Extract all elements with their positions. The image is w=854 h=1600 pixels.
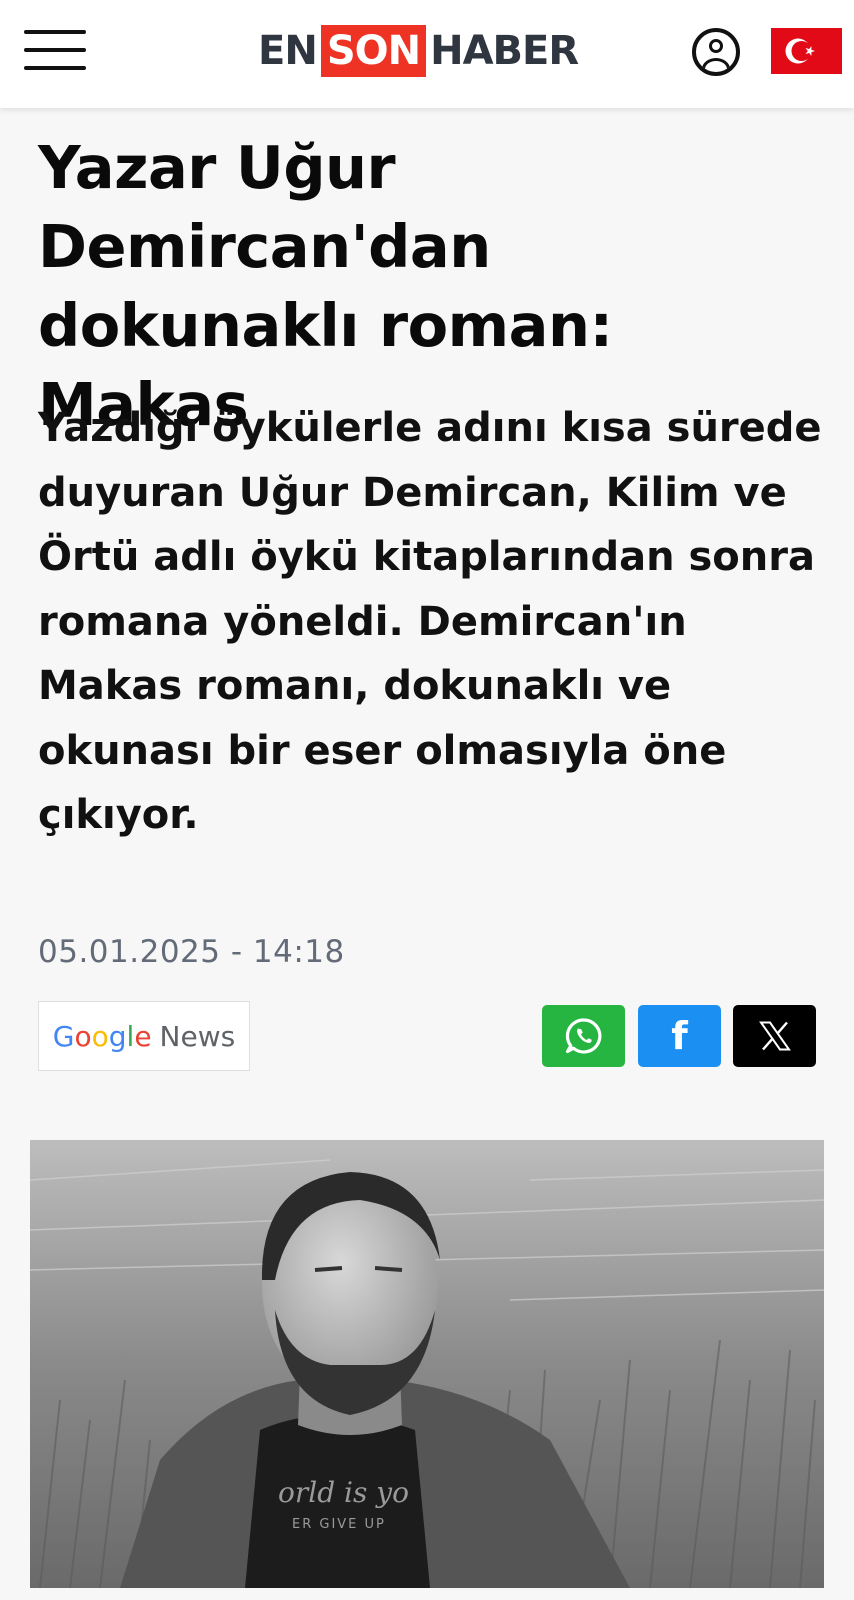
facebook-icon: f bbox=[671, 1014, 688, 1058]
google-letter: o bbox=[91, 1019, 109, 1053]
google-news-button[interactable]: Google News bbox=[38, 1001, 250, 1071]
hamburger-menu-icon[interactable] bbox=[24, 30, 86, 70]
google-letter: e bbox=[134, 1019, 152, 1053]
user-account-icon[interactable] bbox=[692, 28, 740, 76]
logo-son: SON bbox=[320, 25, 427, 77]
google-letter: G bbox=[52, 1019, 75, 1053]
x-twitter-icon bbox=[758, 1021, 791, 1051]
facebook-share-button[interactable]: f bbox=[638, 1005, 721, 1067]
google-letter: o bbox=[74, 1019, 92, 1053]
shirt-print-line-2: ER GIVE UP bbox=[292, 1517, 386, 1532]
shirt-print-line-1: orld is yo bbox=[278, 1476, 409, 1509]
publish-date: 05.01.2025 - 14:18 bbox=[38, 934, 345, 970]
whatsapp-share-button[interactable] bbox=[542, 1005, 625, 1067]
x-share-button[interactable] bbox=[733, 1005, 816, 1067]
google-letter: l bbox=[126, 1019, 135, 1053]
article-summary: Yazdığı öykülerle adını kısa sürede duyu… bbox=[38, 405, 822, 838]
whatsapp-icon bbox=[565, 1018, 601, 1054]
google-letter: g bbox=[108, 1019, 127, 1053]
article-photo: orld is yo ER GIVE UP bbox=[30, 1140, 824, 1588]
google-news-label: News bbox=[159, 1019, 236, 1053]
site-logo[interactable]: EN SON HABER bbox=[258, 25, 579, 77]
logo-en: EN bbox=[258, 28, 318, 74]
logo-haber: HABER bbox=[430, 28, 579, 74]
turkey-flag-icon[interactable] bbox=[771, 28, 842, 74]
site-header: EN SON HABER bbox=[0, 0, 854, 108]
